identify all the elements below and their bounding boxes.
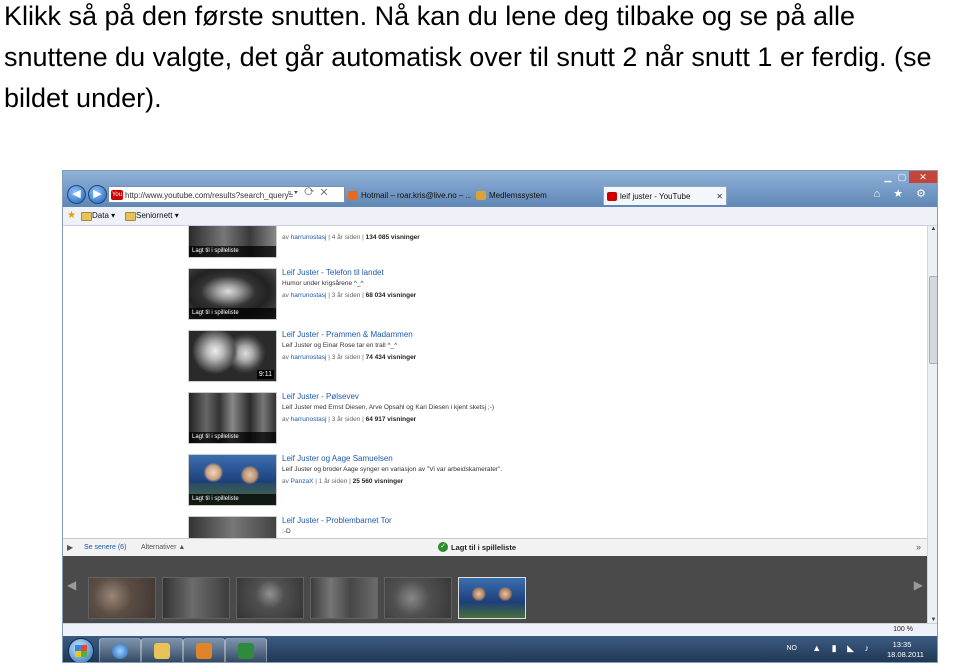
close-tab-icon[interactable]: ✕ — [716, 187, 723, 205]
list-item: Lagt til i spilleliste Leif Juster - Pøl… — [63, 392, 927, 454]
quicklist-bar: ▶ Se senere (6) Alternativer ▲ ✓ Lagt ti… — [63, 538, 927, 557]
video-meta: av harrunostasj | 3 år siden | 74 434 vi… — [282, 354, 417, 361]
tray-icons[interactable]: ▲ ▮ ◣ ♪ — [812, 643, 873, 654]
collapse-icon[interactable]: » — [916, 539, 921, 556]
close-button[interactable]: ✕ — [909, 171, 937, 183]
video-meta: av harrunostasj | 3 år siden | 68 034 vi… — [282, 292, 417, 299]
video-thumbnail[interactable]: 9:11 — [188, 330, 277, 382]
hotmail-icon — [348, 191, 358, 200]
folder-icon — [81, 212, 92, 221]
list-item: Lagt til i spilleliste Leif Juster - Tel… — [63, 268, 927, 330]
minimize-button[interactable]: ▁ — [881, 171, 895, 183]
zoom-level[interactable]: 100 % — [893, 624, 913, 636]
address-bar-buttons[interactable]: ⌕▾ ⟳ ✕ — [287, 187, 329, 198]
page-icon — [476, 191, 486, 200]
forward-button[interactable]: ▶ — [88, 185, 107, 204]
scrollbar-thumb[interactable] — [929, 276, 937, 364]
status-bar: 100 % — [63, 623, 937, 636]
video-title-link[interactable]: Leif Juster - Prammen & Madammen — [282, 330, 413, 339]
youtube-icon: You — [111, 190, 123, 200]
video-title-link[interactable]: Leif Juster og Aage Samuelsen — [282, 454, 393, 463]
list-item: Lagt til i spilleliste av harrunostasj |… — [63, 226, 927, 260]
playlist-badge: Lagt til i spilleliste — [189, 432, 276, 443]
folder-icon — [154, 643, 170, 659]
internet-explorer-icon — [112, 643, 128, 659]
taskbar-excel[interactable] — [225, 638, 267, 662]
video-description: Leif Juster med Ernst Diesen, Arve Opsah… — [282, 404, 495, 411]
taskbar: NO ▲ ▮ ◣ ♪ 13:35 18.08.2011 — [63, 636, 937, 662]
excel-icon — [238, 643, 254, 659]
favorites-folder-seniornett[interactable]: Seniornett ▾ — [125, 207, 179, 225]
address-text: http://www.youtube.com/results?search_qu… — [125, 191, 294, 200]
tab-hotmail[interactable]: Hotmail – roar.kris@live.no – ... — [345, 186, 471, 205]
video-thumbnail[interactable]: Lagt til i spilleliste — [188, 226, 277, 258]
scroll-up-icon[interactable]: ▲ — [928, 226, 937, 232]
outlook-icon — [196, 643, 212, 659]
quicklist-strip: ◀ ▶ — [63, 556, 927, 623]
quicklist-thumbnail[interactable] — [162, 577, 230, 619]
video-title-link[interactable]: Leif Juster - Problembarnet Tor — [282, 516, 392, 525]
check-icon: ✓ — [438, 542, 448, 552]
video-meta: av PanzaX | 1 år siden | 25 560 visninge… — [282, 478, 404, 485]
favorites-bar: ★ Data ▾ Seniornett ▾ — [63, 207, 937, 226]
clock-date: 18.08.2011 — [887, 650, 924, 659]
tab-youtube[interactable]: leif juster - YouTube ✕ — [603, 186, 727, 205]
toolbar-icons[interactable]: ⌂ ★ ⚙ — [874, 187, 931, 200]
tab-label: Hotmail – roar.kris@live.no – ... — [361, 191, 471, 200]
back-button[interactable]: ◀ — [67, 185, 86, 204]
play-quicklist-icon[interactable]: ▶ — [67, 539, 73, 556]
folder-icon — [125, 212, 136, 221]
taskbar-outlook[interactable] — [183, 638, 225, 662]
start-button[interactable] — [68, 638, 94, 662]
playlist-badge: Lagt til i spilleliste — [189, 308, 276, 319]
quicklist-thumbnail[interactable] — [458, 577, 526, 619]
video-title-link[interactable]: Leif Juster - Telefon til landet — [282, 268, 384, 277]
video-meta: av harrunostasj | 3 år siden | 64 917 vi… — [282, 416, 417, 423]
tab-label: Medlemssystem — [489, 191, 547, 200]
browser-screenshot: ▁ ▢ ✕ ◀ ▶ You http://www.youtube.com/res… — [62, 170, 938, 663]
browser-titlebar: ▁ ▢ ✕ ◀ ▶ You http://www.youtube.com/res… — [63, 171, 937, 207]
clock[interactable]: 13:35 18.08.2011 — [887, 640, 924, 660]
video-description: Leif Juster og Einar Rose tar en trall ^… — [282, 342, 398, 349]
taskbar-explorer[interactable] — [141, 638, 183, 662]
language-indicator[interactable]: NO — [787, 645, 798, 652]
strip-prev-icon[interactable]: ◀ — [67, 578, 76, 592]
vertical-scrollbar[interactable]: ▲ ▼ — [927, 226, 937, 623]
options-menu[interactable]: Alternativer ▲ — [141, 539, 185, 556]
video-description: :-D — [282, 528, 291, 535]
video-meta: av harrunostasj | 4 år siden | 134 085 v… — [282, 234, 420, 241]
playlist-badge: Lagt til i spilleliste — [189, 494, 276, 505]
quicklist-thumbnail[interactable] — [310, 577, 378, 619]
favorites-folder-data[interactable]: Data ▾ — [81, 207, 115, 225]
video-thumbnail[interactable]: Lagt til i spilleliste — [188, 454, 277, 506]
playlist-badge: Lagt til i spilleliste — [189, 246, 276, 257]
quicklist-status: Lagt til i spilleliste — [451, 543, 517, 552]
list-item: Lagt til i spilleliste Leif Juster og Aa… — [63, 454, 927, 516]
quicklist-thumbnail[interactable] — [236, 577, 304, 619]
youtube-icon — [607, 192, 617, 201]
search-results: Lagt til i spilleliste av harrunostasj |… — [63, 226, 927, 538]
video-description: Leif Juster og broder Aage synger en var… — [282, 466, 503, 473]
video-thumbnail[interactable]: Lagt til i spilleliste — [188, 268, 277, 320]
video-description: Humor under krigsårene ^_^ — [282, 280, 364, 287]
list-item: Leif Juster - Problembarnet Tor :-D — [63, 516, 927, 538]
favorites-star-icon[interactable]: ★ — [67, 207, 76, 225]
quicklist-thumbnail[interactable] — [88, 577, 156, 619]
maximize-button[interactable]: ▢ — [895, 171, 909, 183]
tab-medlemssystem[interactable]: Medlemssystem — [473, 186, 601, 205]
instruction-caption: Klikk så på den første snutten. Nå kan d… — [4, 1, 932, 113]
list-item: 9:11 Leif Juster - Prammen & Madammen Le… — [63, 330, 927, 392]
windows-icon — [75, 645, 87, 657]
clock-time: 13:35 — [892, 640, 912, 649]
video-title-link[interactable]: Leif Juster - Pølsevev — [282, 392, 359, 401]
watch-later-link[interactable]: Se senere (6) — [84, 539, 126, 556]
tab-label: leif juster - YouTube — [620, 192, 691, 201]
video-thumbnail[interactable] — [188, 516, 277, 538]
strip-next-icon[interactable]: ▶ — [914, 578, 923, 592]
quicklist-thumbnail[interactable] — [384, 577, 452, 619]
video-thumbnail[interactable]: Lagt til i spilleliste — [188, 392, 277, 444]
system-tray: NO ▲ ▮ ◣ ♪ 13:35 18.08.2011 — [733, 636, 933, 662]
video-duration: 9:11 — [256, 370, 274, 379]
taskbar-internet-explorer[interactable] — [99, 638, 141, 662]
